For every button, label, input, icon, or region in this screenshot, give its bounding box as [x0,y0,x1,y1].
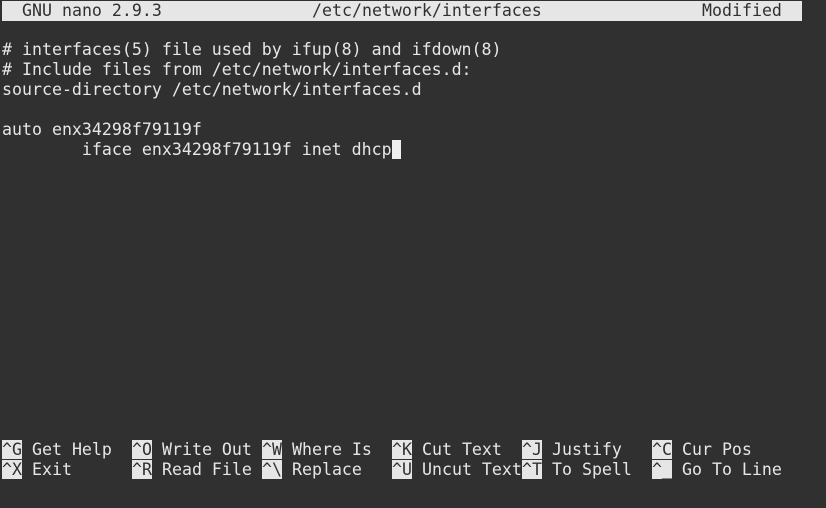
shortcut-key: ^J [522,440,542,459]
shortcut-label: Get Help [31,440,112,459]
shortcut-key: ^C [652,440,672,459]
editor-line-5[interactable]: auto enx34298f79119f [2,120,202,140]
shortcut-go-to-line[interactable]: ^_ Go To Line [652,460,782,480]
shortcut-where-is[interactable]: ^W Where Is [262,440,372,460]
modified-status: Modified [702,1,782,20]
shortcut-label: Read File [161,460,252,479]
shortcut-cur-pos[interactable]: ^C Cur Pos [652,440,752,460]
shortcut-key: ^W [262,440,282,459]
shortcut-label: Exit [31,460,72,479]
shortcut-write-out[interactable]: ^O Write Out [132,440,252,460]
shortcut-label: Cur Pos [681,440,752,459]
shortcut-label: To Spell [551,460,632,479]
shortcut-get-help[interactable]: ^G Get Help [2,440,112,460]
shortcut-key: ^U [392,460,412,479]
shortcut-key: ^O [132,440,152,459]
shortcut-key: ^K [392,440,412,459]
shortcut-cut-text[interactable]: ^K Cut Text [392,440,502,460]
shortcut-label: Cut Text [421,440,502,459]
app-version: GNU nano 2.9.3 [22,1,162,20]
shortcut-key: ^R [132,460,152,479]
shortcut-label: Uncut Text [421,460,522,479]
editor-line-3[interactable]: source-directory /etc/network/interfaces… [2,80,422,100]
shortcut-label: Go To Line [681,460,782,479]
file-path: /etc/network/interfaces [312,1,542,20]
shortcut-key: ^\ [262,460,282,479]
shortcut-key: ^X [2,460,22,479]
shortcut-exit[interactable]: ^X Exit [2,460,72,480]
shortcut-read-file[interactable]: ^R Read File [132,460,252,480]
shortcut-replace[interactable]: ^\ Replace [262,460,362,480]
shortcut-key: ^T [522,460,542,479]
shortcut-key: ^_ [652,460,672,479]
shortcut-to-spell[interactable]: ^T To Spell [522,460,632,480]
shortcut-label: Replace [291,460,362,479]
shortcut-justify[interactable]: ^J Justify [522,440,622,460]
editor-line-2[interactable]: # Include files from /etc/network/interf… [2,60,472,80]
shortcut-label: Write Out [161,440,252,459]
editor-line-6[interactable]: iface enx34298f79119f inet dhcp [2,140,401,160]
shortcut-label: Where Is [291,440,372,459]
shortcut-key: ^G [2,440,22,459]
shortcut-uncut-text[interactable]: ^U Uncut Text [392,460,522,480]
title-bar: GNU nano 2.9.3 /etc/network/interfaces M… [2,1,802,21]
text-cursor [391,140,401,159]
editor-line-1[interactable]: # interfaces(5) file used by ifup(8) and… [2,40,502,60]
shortcut-label: Justify [551,440,622,459]
editor-line-6-text: iface enx34298f79119f inet dhcp [2,140,392,159]
